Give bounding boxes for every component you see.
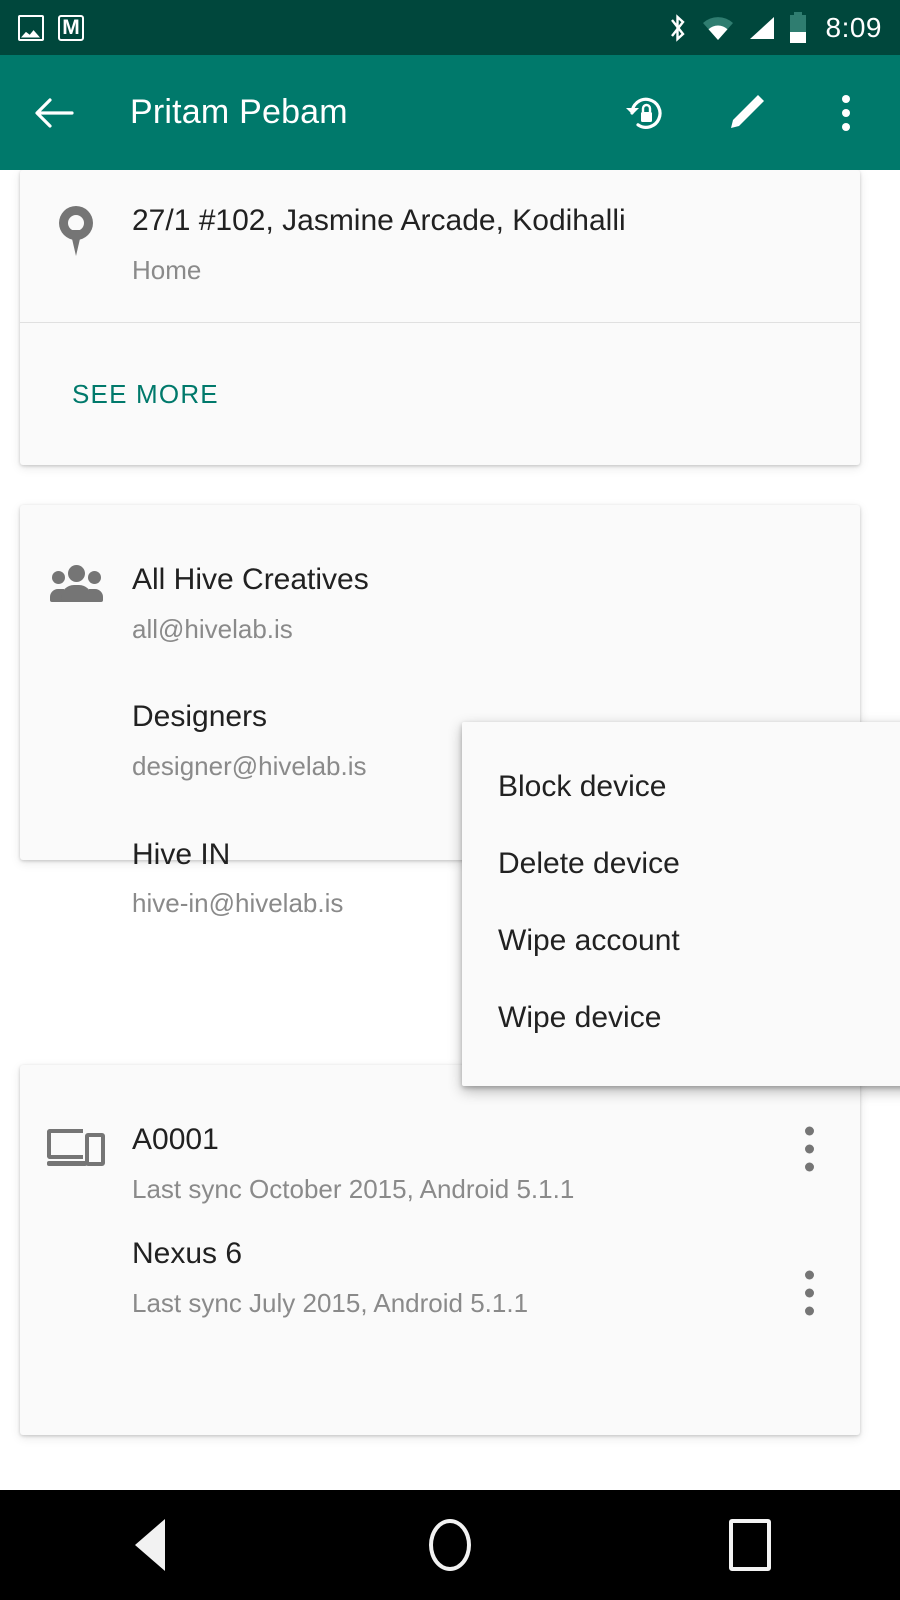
device-row[interactable]: A0001 Last sync October 2015, Android 5.… <box>20 1065 860 1235</box>
device-name: Nexus 6 <box>132 1237 243 1270</box>
battery-icon <box>789 11 806 43</box>
cellular-signal-icon <box>749 16 774 39</box>
reset-password-button[interactable] <box>622 89 670 137</box>
menu-item-wipe-account[interactable]: Wipe account <box>462 902 900 979</box>
device-overflow-button[interactable] <box>805 1126 814 1172</box>
status-bar: 8:09 <box>0 0 900 55</box>
devices-icon-slot-empty <box>20 1235 132 1405</box>
menu-item-wipe-device[interactable]: Wipe device <box>462 979 900 1056</box>
see-more-row[interactable]: SEE MORE <box>20 323 860 465</box>
address-line: 27/1 #102, Jasmine Arcade, Kodihalli <box>132 204 626 237</box>
see-more-link[interactable]: SEE MORE <box>72 379 219 410</box>
status-bar-clock: 8:09 <box>825 11 882 43</box>
overflow-menu-button[interactable] <box>822 89 870 137</box>
back-button[interactable] <box>30 89 78 137</box>
address-type: Home <box>132 254 202 285</box>
overflow-menu-icon <box>842 93 850 133</box>
menu-item-block-device[interactable]: Block device <box>462 748 900 825</box>
nav-recents-button[interactable] <box>690 1490 810 1600</box>
device-name: A0001 <box>132 1123 219 1156</box>
nav-back-button[interactable] <box>90 1490 210 1600</box>
device-row[interactable]: Nexus 6 Last sync July 2015, Android 5.1… <box>20 1235 860 1405</box>
reset-password-icon <box>626 97 662 129</box>
menu-item-delete-device[interactable]: Delete device <box>462 825 900 902</box>
edit-pencil-icon <box>731 94 764 128</box>
back-nav-icon <box>135 1519 165 1571</box>
groups-icon-slot-empty <box>20 698 132 783</box>
page-title: Pritam Pebam <box>130 93 348 131</box>
group-email: all@hivelab.is <box>132 613 293 644</box>
device-sync: Last sync October 2015, Android 5.1.1 <box>132 1173 575 1204</box>
edit-button[interactable] <box>722 89 770 137</box>
home-nav-icon <box>429 1519 471 1571</box>
system-navigation-bar <box>0 1490 900 1600</box>
device-overflow-button[interactable] <box>805 1270 814 1316</box>
address-card: 27/1 #102, Jasmine Arcade, Kodihalli Hom… <box>20 170 860 465</box>
overflow-menu-icon <box>805 1270 814 1316</box>
groups-icon-slot-empty <box>20 836 132 921</box>
android-screen: 8:09 Pritam Pebam <box>0 0 900 1600</box>
devices-icon-slot <box>20 1121 132 1235</box>
group-text-block: All Hive Creatives all@hivelab.is <box>132 561 860 646</box>
devices-card: A0001 Last sync October 2015, Android 5.… <box>20 1065 860 1435</box>
device-context-menu: Block device Delete device Wipe account … <box>462 722 900 1086</box>
address-row[interactable]: 27/1 #102, Jasmine Arcade, Kodihalli Hom… <box>20 170 860 322</box>
overflow-menu-icon <box>805 1126 814 1172</box>
wifi-icon <box>702 16 733 40</box>
device-text-block: A0001 Last sync October 2015, Android 5.… <box>132 1121 860 1235</box>
status-bar-notifications <box>18 14 84 41</box>
app-bar-actions <box>622 89 870 137</box>
devices-icon <box>47 1125 105 1169</box>
group-row[interactable]: All Hive Creatives all@hivelab.is <box>20 505 860 646</box>
location-pin-icon <box>56 206 96 258</box>
bluetooth-icon <box>670 13 685 42</box>
status-bar-system-icons: 8:09 <box>666 11 883 44</box>
groups-icon-slot <box>20 561 132 646</box>
address-text-block: 27/1 #102, Jasmine Arcade, Kodihalli Hom… <box>132 202 860 322</box>
device-text-block: Nexus 6 Last sync July 2015, Android 5.1… <box>132 1235 860 1405</box>
screenshot-icon <box>18 14 44 41</box>
nav-home-button[interactable] <box>390 1490 510 1600</box>
gmail-icon <box>58 14 84 41</box>
app-bar: Pritam Pebam <box>0 55 900 170</box>
people-icon <box>50 565 103 605</box>
arrow-back-icon <box>35 97 74 128</box>
device-sync: Last sync July 2015, Android 5.1.1 <box>132 1287 529 1318</box>
group-name: All Hive Creatives <box>132 563 369 596</box>
address-icon-slot <box>20 202 132 322</box>
recents-nav-icon <box>729 1519 771 1571</box>
